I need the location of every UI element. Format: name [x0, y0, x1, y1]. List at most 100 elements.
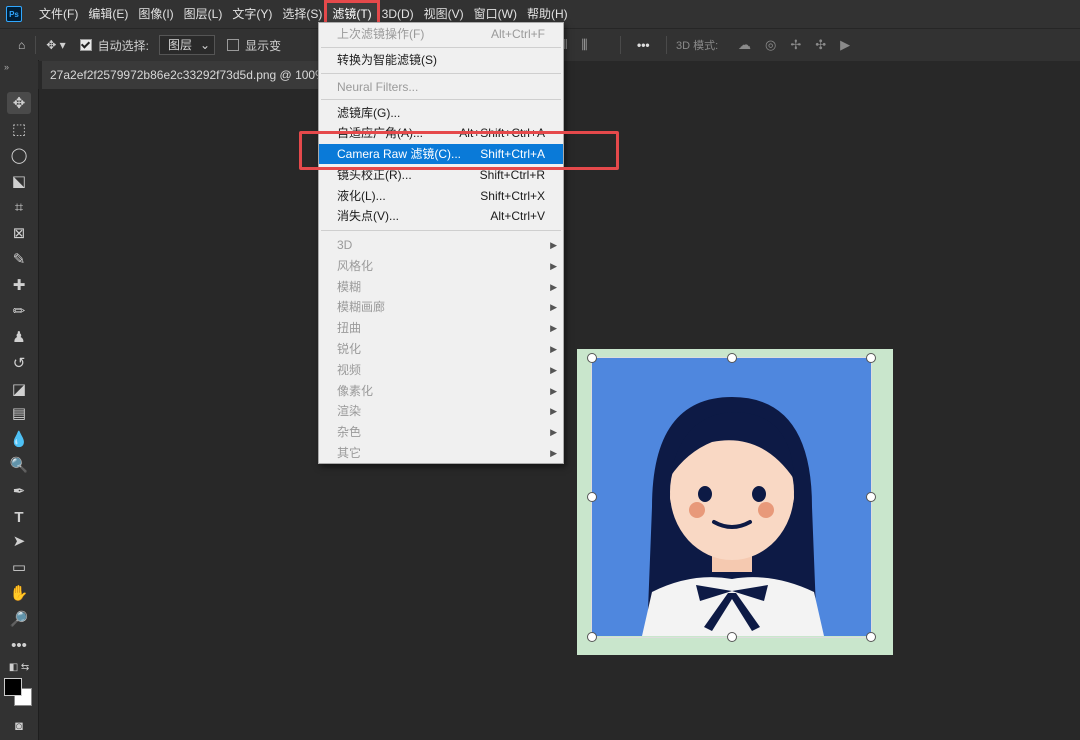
video-camera-icon[interactable]: ▶ — [840, 37, 850, 53]
menu-edit[interactable]: 编辑(E) — [83, 3, 133, 25]
menu-item-label: 消失点(V)... — [337, 209, 399, 223]
crop-tool-icon[interactable]: ⌗ — [7, 196, 31, 218]
submenu-distort[interactable]: 扭曲 ▶ — [319, 318, 563, 338]
tools-panel: » ✥ ⬚ ◯ ⬕ ⌗ ⊠ ✎ ✚ ✏ ♟ ↺ ◪ ▤ 💧 🔍 ✒ T ➤ ▭ … — [0, 60, 39, 740]
transform-handle-bottom-left[interactable] — [587, 632, 597, 642]
pen-tool-icon[interactable]: ✒ — [7, 480, 31, 502]
swap-colors-icon[interactable]: ◧ ⇆ — [7, 656, 31, 678]
menu-item-label: 模糊 — [337, 280, 362, 294]
show-transform-label: 显示变 — [245, 38, 282, 53]
foreground-color-swatch[interactable] — [4, 678, 22, 696]
menu-item-label: 液化(L)... — [337, 189, 386, 203]
menu-type[interactable]: 文字(Y) — [227, 3, 277, 25]
auto-select-toggle[interactable]: 自动选择: — [79, 37, 149, 54]
hand-tool-icon[interactable]: ✋ — [7, 582, 31, 604]
healing-brush-tool-icon[interactable]: ✚ — [7, 274, 31, 296]
menu-item-label: 其它 — [337, 446, 362, 460]
menu-item-label: 像素化 — [337, 384, 374, 398]
menu-layer[interactable]: 图层(L) — [179, 3, 228, 25]
menu-item-vanishing-point[interactable]: 消失点(V)... Alt+Ctrl+V — [319, 206, 563, 226]
home-icon[interactable]: ⌂ — [18, 38, 25, 52]
submenu-3d[interactable]: 3D ▶ — [319, 235, 563, 255]
menu-item-label: 风格化 — [337, 259, 374, 273]
distribute-icon[interactable]: ⫼ — [581, 37, 587, 53]
eyedropper-tool-icon[interactable]: ✎ — [7, 248, 31, 270]
move-tool-icon[interactable]: ✥ — [7, 92, 31, 114]
auto-select-checkbox[interactable] — [79, 39, 92, 51]
object-select-tool-icon[interactable]: ⬕ — [7, 170, 31, 192]
menu-image[interactable]: 图像(I) — [133, 3, 178, 25]
marquee-tool-icon[interactable]: ⬚ — [7, 118, 31, 140]
rectangle-tool-icon[interactable]: ▭ — [7, 556, 31, 578]
submenu-stylize[interactable]: 风格化 ▶ — [319, 256, 563, 276]
move-tool-preset-icon[interactable]: ✥ ▾ — [46, 38, 65, 52]
transform-bounding-box[interactable] — [591, 357, 872, 638]
transform-handle-top-left[interactable] — [587, 353, 597, 363]
dodge-tool-icon[interactable]: 🔍 — [7, 454, 31, 476]
edit-toolbar-icon[interactable]: ••• — [7, 634, 31, 656]
menu-file[interactable]: 文件(F) — [34, 3, 83, 25]
lasso-tool-icon[interactable]: ◯ — [7, 144, 31, 166]
collapse-panel-icon[interactable]: » — [4, 62, 9, 72]
menu-item-label: 模糊画廊 — [337, 300, 386, 314]
menu-item-label: Neural Filters... — [337, 80, 419, 94]
show-transform-checkbox[interactable] — [227, 39, 240, 51]
type-tool-icon[interactable]: T — [7, 506, 31, 528]
3d-mode-icons: ☁ ◎ ✢ ✣ ▶ — [738, 37, 850, 53]
transform-handle-top-right[interactable] — [866, 353, 876, 363]
submenu-blur-gallery[interactable]: 模糊画廊 ▶ — [319, 297, 563, 317]
menu-item-label: 转换为智能滤镜(S) — [337, 53, 437, 67]
chevron-down-icon: ⌄ — [200, 38, 211, 52]
menu-divider — [321, 99, 561, 100]
transform-handle-right[interactable] — [866, 492, 876, 502]
document-tab[interactable]: 27a2ef2f2579972b86e2c33292f73d5d.png @ 1… — [42, 61, 340, 89]
eraser-tool-icon[interactable]: ◪ — [7, 378, 31, 400]
chevron-right-icon: ▶ — [550, 240, 557, 250]
submenu-noise[interactable]: 杂色 ▶ — [319, 422, 563, 442]
submenu-video[interactable]: 视频 ▶ — [319, 360, 563, 380]
submenu-render[interactable]: 渲染 ▶ — [319, 401, 563, 421]
chevron-right-icon: ▶ — [550, 282, 557, 292]
zoom-tool-icon[interactable]: 🔎 — [7, 608, 31, 630]
transform-handle-bottom[interactable] — [727, 632, 737, 642]
menu-item-liquify[interactable]: 液化(L)... Shift+Ctrl+X — [319, 186, 563, 206]
path-select-tool-icon[interactable]: ➤ — [7, 530, 31, 552]
menu-item-label: 3D — [337, 238, 353, 252]
auto-select-dropdown[interactable]: 图层 ⌄ — [159, 35, 216, 55]
blur-tool-icon[interactable]: 💧 — [7, 428, 31, 450]
gradient-tool-icon[interactable]: ▤ — [7, 402, 31, 424]
menu-item-last-filter[interactable]: 上次滤镜操作(F) Alt+Ctrl+F — [319, 24, 563, 44]
menu-item-filter-gallery[interactable]: 滤镜库(G)... — [319, 103, 563, 123]
submenu-blur[interactable]: 模糊 ▶ — [319, 277, 563, 297]
brush-tool-icon[interactable]: ✏ — [7, 300, 31, 322]
history-brush-tool-icon[interactable]: ↺ — [7, 352, 31, 374]
menu-item-neural-filters[interactable]: Neural Filters... — [319, 77, 563, 97]
transform-handle-left[interactable] — [587, 492, 597, 502]
submenu-sharpen[interactable]: 锐化 ▶ — [319, 339, 563, 359]
divider — [666, 36, 667, 54]
show-transform-toggle[interactable]: 显示变 — [227, 37, 281, 54]
transform-handle-top[interactable] — [727, 353, 737, 363]
chevron-right-icon: ▶ — [550, 302, 557, 312]
menu-divider — [321, 73, 561, 74]
drag-3d-icon[interactable]: ✢ — [790, 37, 801, 53]
clone-stamp-tool-icon[interactable]: ♟ — [7, 326, 31, 348]
menu-item-convert-smart-filter[interactable]: 转换为智能滤镜(S) — [319, 50, 563, 70]
more-options-icon[interactable]: ••• — [637, 38, 650, 52]
chevron-right-icon: ▶ — [550, 386, 557, 396]
submenu-pixelate[interactable]: 像素化 ▶ — [319, 381, 563, 401]
chevron-right-icon: ▶ — [550, 365, 557, 375]
orbit-3d-icon[interactable]: ☁ — [738, 37, 751, 53]
transform-handle-bottom-right[interactable] — [866, 632, 876, 642]
chevron-right-icon: ▶ — [550, 406, 557, 416]
menu-item-label: 杂色 — [337, 425, 362, 439]
submenu-other[interactable]: 其它 ▶ — [319, 443, 563, 463]
slide-3d-icon[interactable]: ✣ — [815, 37, 826, 53]
auto-select-value: 图层 — [168, 38, 193, 52]
menu-item-label: 渲染 — [337, 404, 362, 418]
roll-3d-icon[interactable]: ◎ — [765, 37, 776, 53]
menu-item-shortcut: Shift+Ctrl+X — [480, 189, 545, 203]
menu-divider — [321, 47, 561, 48]
quick-mask-icon[interactable]: ◙ — [7, 714, 31, 736]
frame-tool-icon[interactable]: ⊠ — [7, 222, 31, 244]
